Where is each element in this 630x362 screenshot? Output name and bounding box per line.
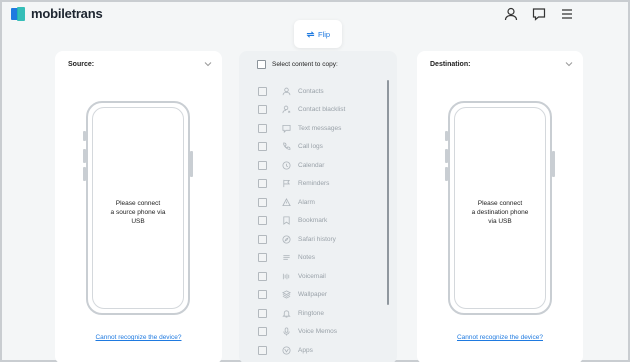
contact-icon — [282, 87, 291, 95]
content-item-checkbox[interactable] — [258, 123, 267, 133]
select-all-checkbox[interactable] — [257, 60, 266, 69]
flip-button[interactable]: Flip — [294, 20, 342, 48]
content-item[interactable]: Apps — [258, 341, 383, 360]
chevron-down-icon[interactable] — [204, 61, 212, 67]
content-item-label: Ringtone — [298, 309, 325, 317]
content-item-label: Alarm — [298, 198, 315, 206]
bell-icon — [282, 310, 291, 318]
content-item-checkbox[interactable] — [258, 216, 267, 226]
flag-icon — [283, 180, 291, 188]
select-all-row[interactable]: Select content to copy: — [257, 60, 338, 69]
calendar-icon — [282, 161, 291, 170]
destination-title: Destination: — [430, 61, 471, 68]
select-all-label: Select content to copy: — [272, 61, 338, 68]
content-item-checkbox[interactable] — [258, 105, 267, 115]
wallpaper-icon — [282, 290, 291, 299]
content-item-checkbox[interactable] — [258, 345, 267, 355]
destination-connect-message: Please connect a destination phone via U… — [471, 200, 529, 225]
destination-recognize-link[interactable]: Cannot recognize the device? — [417, 334, 583, 341]
content-item-checkbox[interactable] — [258, 86, 267, 96]
content-item-label: Notes — [298, 254, 315, 262]
app-window: mobiletrans Flip Source: Please connect … — [0, 0, 630, 362]
content-item-checkbox[interactable] — [258, 197, 267, 207]
apps-icon — [282, 346, 291, 355]
flip-label: Flip — [317, 29, 331, 39]
content-item-checkbox[interactable] — [258, 160, 267, 170]
phone-icon — [283, 142, 291, 150]
content-item[interactable]: Alarm — [258, 193, 383, 212]
content-item[interactable]: Voicemail — [258, 267, 383, 286]
app-logo: mobiletrans — [11, 6, 103, 21]
content-item[interactable]: Notes — [258, 249, 383, 268]
blacklist-icon — [282, 105, 291, 114]
source-recognize-link[interactable]: Cannot recognize the device? — [55, 334, 222, 341]
content-item-checkbox[interactable] — [258, 234, 267, 244]
content-item-label: Contact blacklist — [298, 106, 346, 114]
content-item-label: Text messages — [298, 124, 342, 132]
content-item-checkbox[interactable] — [258, 271, 267, 281]
content-item[interactable]: Contacts — [258, 82, 383, 101]
feedback-icon[interactable] — [532, 7, 546, 21]
content-panel: Select content to copy: Contacts Contact … — [239, 51, 397, 362]
content-item-label: Call logs — [298, 143, 323, 151]
content-item-label: Voicemail — [298, 272, 326, 280]
content-item-checkbox[interactable] — [258, 142, 267, 152]
content-item-label: Reminders — [298, 180, 330, 188]
voicemail-icon — [282, 273, 290, 279]
content-item-label: Calendar — [298, 161, 325, 169]
content-item[interactable]: Voice Memos — [258, 323, 383, 342]
source-panel: Source: Please connect a source phone vi… — [55, 51, 222, 362]
source-title: Source: — [68, 61, 95, 68]
content-item[interactable]: Reminders — [258, 175, 383, 194]
content-item-checkbox[interactable] — [258, 327, 267, 337]
scrollbar[interactable] — [387, 80, 389, 305]
logo-icon — [11, 6, 27, 21]
content-list: Contacts Contact blacklist Text messages Ca… — [258, 82, 383, 360]
content-item-checkbox[interactable] — [258, 308, 267, 318]
app-name: mobiletrans — [31, 6, 103, 21]
content-item-checkbox[interactable] — [258, 179, 267, 189]
content-item[interactable]: Wallpaper — [258, 286, 383, 305]
bookmark-icon — [283, 216, 290, 226]
content-item-label: Bookmark — [298, 217, 328, 225]
menu-icon[interactable] — [560, 7, 574, 21]
header-icons — [504, 7, 574, 21]
content-item-label: Safari history — [298, 235, 336, 243]
content-item-label: Wallpaper — [298, 291, 328, 299]
source-connect-message: Please connect a source phone via USB — [110, 200, 166, 225]
content-item[interactable]: Text messages — [258, 119, 383, 138]
content-item[interactable]: Bookmark — [258, 212, 383, 231]
chevron-down-icon[interactable] — [565, 61, 573, 67]
content-item-checkbox[interactable] — [258, 253, 267, 263]
compass-icon — [282, 235, 291, 244]
user-icon[interactable] — [504, 7, 518, 21]
destination-phone-placeholder: Please connect a destination phone via U… — [445, 101, 555, 315]
content-item-label: Apps — [298, 346, 313, 354]
content-item[interactable]: Call logs — [258, 138, 383, 157]
source-phone-placeholder: Please connect a source phone via USB — [83, 101, 193, 315]
alarm-icon — [282, 197, 291, 206]
content-item[interactable]: Calendar — [258, 156, 383, 175]
content-item[interactable]: Contact blacklist — [258, 101, 383, 120]
content-item-label: Voice Memos — [298, 328, 338, 336]
mic-icon — [283, 327, 290, 336]
content-item-checkbox[interactable] — [258, 290, 267, 300]
swap-icon — [306, 30, 315, 38]
content-item[interactable]: Safari history — [258, 230, 383, 249]
content-item[interactable]: Ringtone — [258, 304, 383, 323]
message-icon — [282, 124, 291, 133]
notes-icon — [283, 255, 290, 260]
content-item-label: Contacts — [298, 87, 324, 95]
destination-panel: Destination: Please connect a destinatio… — [417, 51, 583, 362]
